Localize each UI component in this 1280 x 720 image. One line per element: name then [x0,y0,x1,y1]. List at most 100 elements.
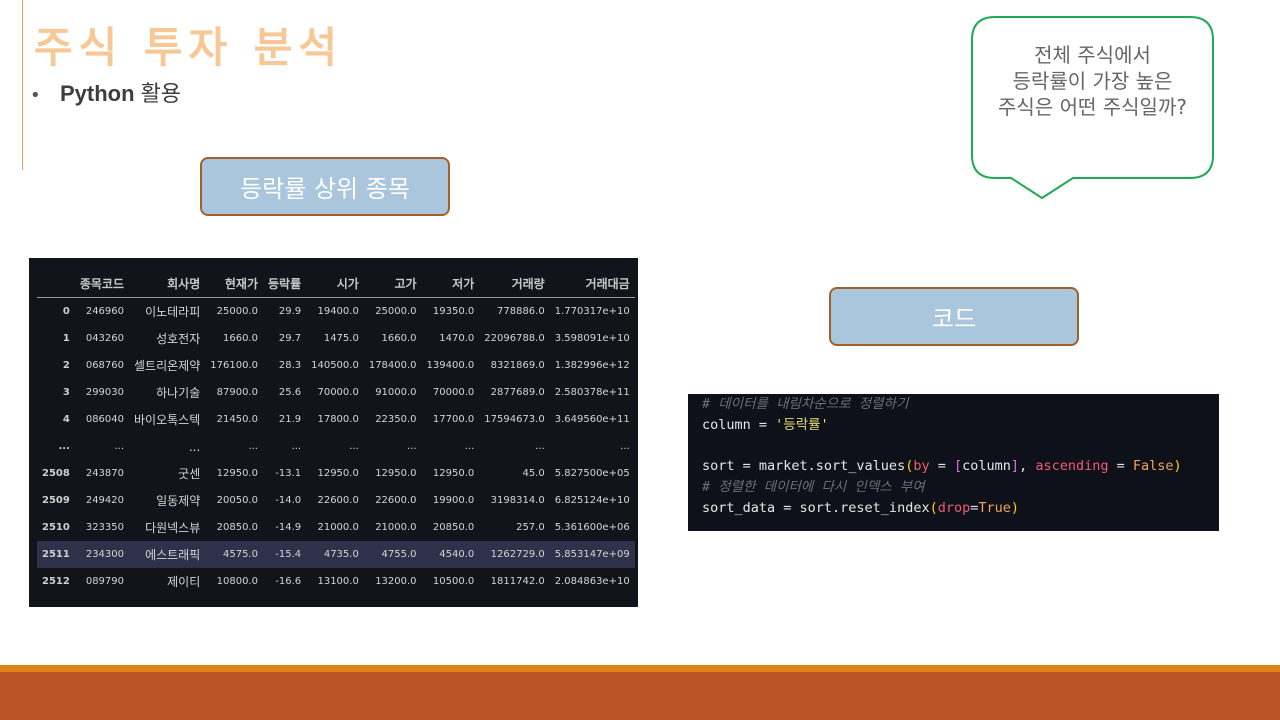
code-token: = [1108,458,1133,475]
row-index-cell: 4 [62,414,70,425]
code-boolean: False [1132,458,1174,475]
table-cell: 4575.0 [205,541,263,568]
table-cell: 21450.0 [216,414,258,425]
bubble-line: 주식은 어떤 주식일까? [998,95,1187,119]
bullet-item: • Python 활용 [30,76,181,108]
table-cell: ... [291,441,302,452]
row-index-cell: ... [58,441,70,452]
code-comment: # 데이터를 내림차순으로 정렬하기 [702,396,909,412]
table-cell: -14.9 [275,522,302,533]
table-cell: 1660.0 [381,333,417,344]
table-cell: ... [188,439,201,454]
table-cell: 068760 [85,360,125,371]
bullet-bold-text: Python [60,81,135,106]
code-token: ) [1010,499,1020,516]
table-cell: ... [114,441,125,452]
row-index-cell: 3 [62,387,70,398]
table-cell: 4755.0 [363,541,422,568]
table-cell: 246960 [85,306,125,317]
table-cell: 29.9 [278,306,302,317]
row-index-cell: 2512 [42,576,70,587]
table-cell: 22600.0 [375,495,417,506]
header-cell: 종목코드 [74,270,130,298]
table-cell: 178400.0 [368,360,417,371]
table-cell: 3198314.0 [490,495,545,506]
table-cell: 20850.0 [432,522,475,533]
code-token: = [750,416,776,433]
code-keyword-arg: by [913,458,930,475]
header-cell [37,270,75,298]
table-cell: 10500.0 [432,576,475,587]
code-boolean: True [978,499,1011,516]
header-cell: 거래대금 [549,270,635,298]
table-cell: 257.0 [516,522,545,533]
table-cell: 87900.0 [216,387,258,398]
code-comment: # 정렬한 데이터에 다시 인덱스 부여 [702,479,925,496]
table-cell: ... [407,441,417,452]
dataframe-output: 종목코드 회사명 현재가 등락률 시가 고가 저가 거래량 거래대금 0 2469… [29,258,638,607]
footer-bar [0,672,1280,720]
slide-title: 주식 투자 분석 [34,23,344,72]
code-line: # 데이터를 내림차순으로 정렬하기 [702,394,1219,415]
code-line: sort = market.sort_values(by = [column],… [702,456,1219,477]
code-token: sort = market.sort_values [702,458,906,475]
table-cell: 5.827500e+05 [554,468,630,479]
table-cell: 8321869.0 [490,360,545,371]
table-cell: 6.825124e+10 [554,495,630,506]
table-cell: ... [535,441,545,452]
table-cell: 20050.0 [216,495,258,506]
code-token: ] [1010,458,1020,475]
code-line: # 정렬한 데이터에 다시 인덱스 부여 [702,477,1219,498]
row-index-cell: 2509 [42,495,70,506]
bubble-line: 전체 주식에서 [1034,43,1151,67]
table-row: 2509 249420 일동제약 20050.0 -14.0 22600.0 22600.0… [37,487,635,514]
table-cell: 1262729.0 [479,541,550,568]
table-cell: 5.361600e+06 [554,522,630,533]
table-cell: 셀트리온제약 [134,359,201,373]
table-cell: 성호전자 [156,332,201,346]
table-cell: 12950.0 [375,468,417,479]
table-cell: 22350.0 [375,414,417,425]
table-row: .............................. [37,433,635,460]
row-index-cell: 2508 [42,468,70,479]
table-cell: 2877689.0 [490,387,545,398]
code-token: ( [929,499,938,516]
table-cell: 20850.0 [216,522,258,533]
title-accent-line [22,0,23,170]
table-cell: ... [620,441,630,452]
row-index-cell: 1 [62,333,70,344]
stock-table: 종목코드 회사명 현재가 등락률 시가 고가 저가 거래량 거래대금 0 2469… [37,270,635,595]
header-cell: 등락률 [262,270,307,298]
header-cell: 회사명 [129,270,206,298]
table-cell: 1.770317e+10 [554,306,630,317]
speech-bubble-text: 전체 주식에서 등락률이 가장 높은 주식은 어떤 주식일까? [971,42,1214,120]
table-cell: 234300 [74,541,130,568]
table-cell: 778886.0 [497,306,545,317]
table-cell: 21000.0 [375,522,417,533]
table-cell: 176100.0 [210,360,258,371]
code-token: ) [1173,458,1182,475]
table-cell: 28.3 [278,360,302,371]
table-row: 1 043260 성호전자 1660.0 29.7 1475.0 1660.0 1470.0 2… [37,325,635,352]
header-cell: 거래량 [479,270,550,298]
table-cell: 22600.0 [317,495,359,506]
table-cell: 제이티 [167,575,201,589]
table-cell: -13.1 [275,468,302,479]
top-stocks-label: 등락률 상위 종목 [200,157,450,216]
table-cell: 21000.0 [317,522,359,533]
table-cell: 이노테라피 [145,305,201,319]
row-index-cell: 2 [62,360,70,371]
table-cell: 243870 [85,468,125,479]
table-cell: 91000.0 [375,387,417,398]
table-cell: 29.7 [278,333,302,344]
table-cell: ... [248,441,258,452]
table-cell: 70000.0 [317,387,359,398]
table-row: 2511 234300 에스트래픽 4575.0 -15.4 4735.0 4755.0 45… [37,541,635,568]
code-block: # 데이터를 내림차순으로 정렬하기 column = '등락률' sort =… [688,394,1219,531]
table-cell: 3.598091e+10 [554,333,630,344]
header-cell: 고가 [363,270,422,298]
table-cell: 086040 [85,414,125,425]
table-cell: 70000.0 [432,387,475,398]
table-cell: 1475.0 [323,333,359,344]
table-cell: 249420 [85,495,125,506]
